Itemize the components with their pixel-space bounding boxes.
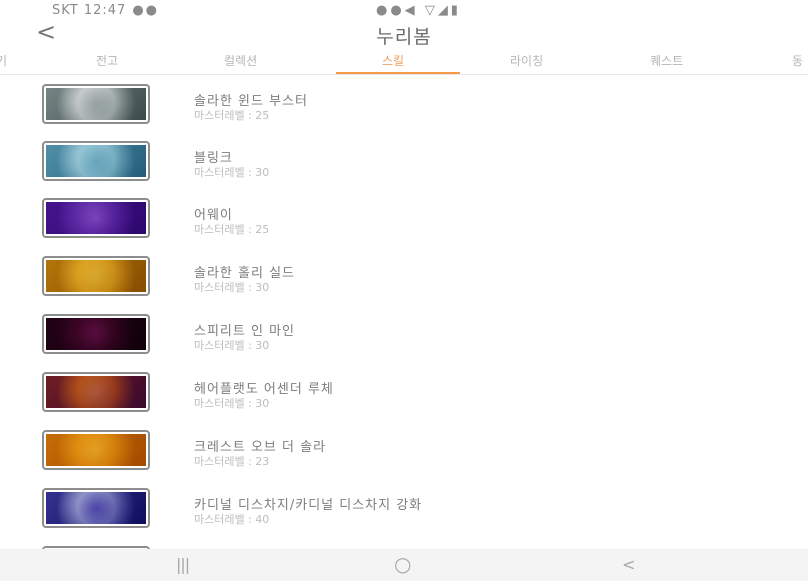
skill-item[interactable]: 크레스트 오브 더 솔라 마스터레벨 : 23 bbox=[0, 428, 808, 480]
tab-skill[interactable]: 스킬 bbox=[382, 52, 404, 69]
skill-master-level: 마스터레벨 : 30 bbox=[194, 281, 270, 294]
app-header: < 누리봄 bbox=[0, 18, 808, 48]
nav-back-icon[interactable]: < bbox=[622, 555, 635, 574]
tab-4[interactable]: 라이칭 bbox=[510, 52, 543, 69]
skill-item[interactable]: 솔라한 윈드 부스터 마스터레벨 : 25 bbox=[0, 82, 808, 134]
arrow-burst-icon bbox=[46, 492, 146, 524]
notification-icons: ●● bbox=[132, 3, 159, 18]
tab-1[interactable]: 전고 bbox=[96, 52, 118, 69]
golden-shield-icon bbox=[46, 260, 146, 292]
skill-master-level: 마스터레벨 : 23 bbox=[194, 455, 270, 468]
tab-bar: 기 전고 컬렉션 스킬 라이칭 퀘스트 동 bbox=[0, 48, 808, 75]
frost-waves-icon bbox=[46, 145, 146, 177]
system-status-icons: ●●◀ ▽◢▮ bbox=[376, 3, 461, 18]
skill-item[interactable]: 솔라한 홀리 실드 마스터레벨 : 30 bbox=[0, 254, 808, 306]
skill-master-level: 마스터레벨 : 30 bbox=[194, 397, 270, 410]
skill-icon-frame bbox=[42, 198, 150, 238]
status-bar: SKT 12:47 ●● ●●◀ ▽◢▮ bbox=[0, 0, 808, 22]
tab-5[interactable]: 퀘스트 bbox=[650, 52, 683, 69]
skill-master-level: 마스터레벨 : 30 bbox=[194, 339, 270, 352]
status-left: SKT 12:47 ●● bbox=[52, 3, 159, 18]
skill-item[interactable]: 어웨이 마스터레벨 : 25 bbox=[0, 196, 808, 248]
active-tab-indicator bbox=[336, 72, 460, 74]
skill-master-level: 마스터레벨 : 30 bbox=[194, 166, 270, 179]
skill-icon-frame bbox=[42, 372, 150, 412]
skill-item[interactable]: 스피리트 인 마인 마스터레벨 : 30 bbox=[0, 312, 808, 364]
skill-icon-frame bbox=[42, 256, 150, 296]
tab-2[interactable]: 컬렉션 bbox=[224, 52, 257, 69]
spellbook-icon bbox=[46, 88, 146, 120]
skill-icon-frame bbox=[42, 488, 150, 528]
sun-crest-icon bbox=[46, 434, 146, 466]
skill-icon-frame bbox=[42, 141, 150, 181]
skill-master-level: 마스터레벨 : 25 bbox=[194, 109, 270, 122]
skill-item[interactable]: 카디널 디스차지/카디널 디스차지 강화 마스터레벨 : 40 bbox=[0, 486, 808, 538]
carrier-time: SKT 12:47 bbox=[52, 3, 127, 18]
flame-wave-icon bbox=[46, 376, 146, 408]
recent-apps-icon[interactable]: ||| bbox=[176, 555, 190, 574]
home-icon[interactable]: ○ bbox=[394, 552, 411, 576]
skill-item[interactable]: 헤어플랫도 어센더 루체 마스터레벨 : 30 bbox=[0, 370, 808, 422]
skill-master-level: 마스터레벨 : 25 bbox=[194, 223, 270, 236]
magenta-rune-icon bbox=[46, 318, 146, 350]
violet-wings-icon bbox=[46, 202, 146, 234]
skill-icon-frame bbox=[42, 430, 150, 470]
skill-master-level: 마스터레벨 : 40 bbox=[194, 513, 270, 526]
tab-6[interactable]: 동 bbox=[792, 52, 803, 69]
system-nav-bar: ||| ○ < bbox=[0, 549, 808, 581]
page-title: 누리봄 bbox=[376, 26, 432, 48]
skill-item[interactable]: 블링크 마스터레벨 : 30 bbox=[0, 139, 808, 191]
skill-icon-frame bbox=[42, 314, 150, 354]
tab-0[interactable]: 기 bbox=[0, 52, 7, 69]
skill-icon-frame bbox=[42, 84, 150, 124]
